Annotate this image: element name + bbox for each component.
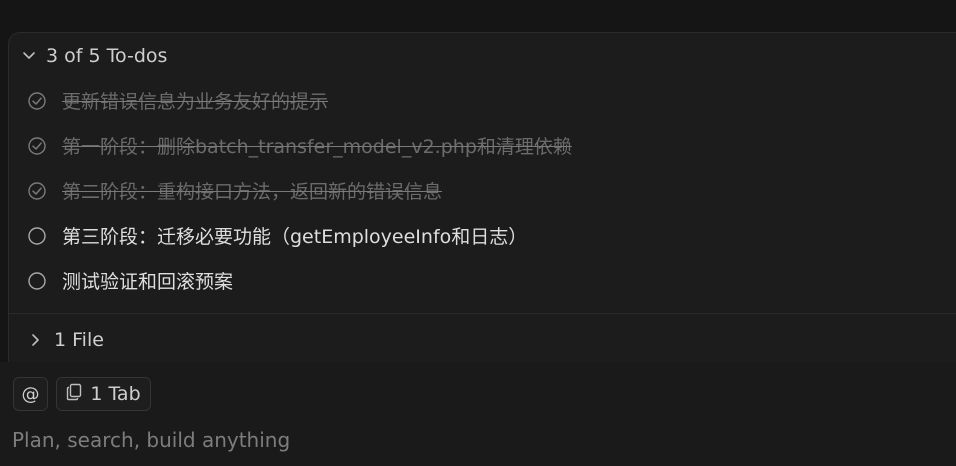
empty-circle-icon[interactable] (28, 226, 46, 245)
chevron-down-icon[interactable] (22, 49, 36, 63)
todo-item[interactable]: 测试验证和回滚预案 (28, 258, 928, 303)
todos-header[interactable]: 3 of 5 To-dos (22, 40, 167, 72)
todo-label: 第三阶段：迁移必要功能（getEmployeeInfo和日志） (62, 226, 528, 248)
todo-label: 第二阶段：重构接口方法，返回新的错误信息 (62, 181, 443, 203)
tab-context-chip[interactable]: 1 Tab (56, 377, 151, 411)
check-circle-icon[interactable] (28, 136, 46, 155)
mention-button[interactable]: @ (13, 377, 48, 411)
todo-item[interactable]: 第三阶段：迁移必要功能（getEmployeeInfo和日志） (28, 213, 928, 258)
chevron-right-icon[interactable] (28, 333, 42, 347)
todo-label: 第一阶段：删除batch_transfer_model_v2.php和清理依赖 (62, 136, 572, 158)
tab-chip-label: 1 Tab (90, 383, 141, 405)
copy-icon (66, 383, 82, 406)
todo-item[interactable]: 更新错误信息为业务友好的提示 (28, 78, 928, 123)
todo-item[interactable]: 第二阶段：重构接口方法，返回新的错误信息 (28, 168, 928, 213)
check-circle-icon[interactable] (28, 91, 46, 110)
todo-item[interactable]: 第一阶段：删除batch_transfer_model_v2.php和清理依赖 (28, 123, 928, 168)
files-summary: 1 File (54, 329, 104, 351)
todo-label: 测试验证和回滚预案 (62, 271, 234, 293)
todo-label: 更新错误信息为业务友好的提示 (62, 91, 329, 113)
check-circle-icon[interactable] (28, 181, 46, 200)
divider (9, 313, 956, 314)
at-icon: @ (21, 383, 40, 405)
top-strip (0, 0, 956, 32)
todos-summary: 3 of 5 To-dos (46, 45, 168, 67)
files-toggle[interactable]: 1 File (28, 324, 104, 356)
prompt-input[interactable]: Plan, search, build anything (12, 428, 290, 452)
empty-circle-icon[interactable] (28, 271, 46, 290)
todo-list: 更新错误信息为业务友好的提示 第一阶段：删除batch_transfer_mod… (28, 78, 928, 303)
